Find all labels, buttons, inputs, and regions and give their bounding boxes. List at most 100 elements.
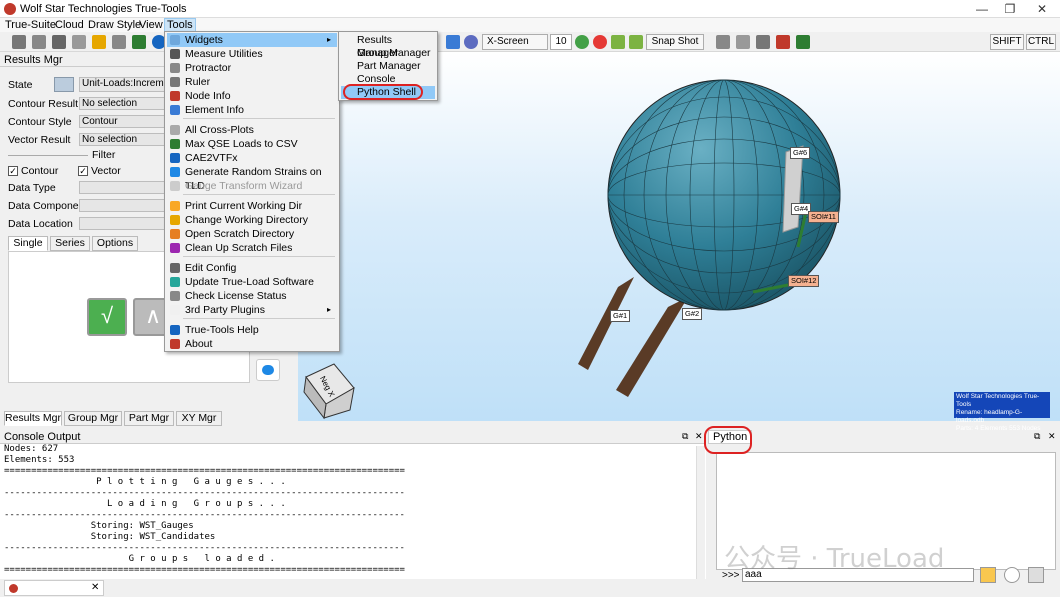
3d-viewport[interactable]: G#6 G#4 SOI#11 SOI#12 G#1 G#2 Neg X Wolf… [298,52,1060,440]
tools-menu-item-ruler[interactable]: Ruler [167,75,337,89]
taskbar-item[interactable]: ✕ [4,580,104,596]
tool-icon-2[interactable] [32,35,46,49]
menu-bar: True-Suite Cloud Draw Style View Tools [0,18,1060,32]
gauge-label-g2[interactable]: G#2 [682,308,703,320]
tool-icon-8[interactable] [736,35,750,49]
tools-menu-item-open-scratch-directory[interactable]: Open Scratch Directory [167,227,337,241]
tools-menu-item-update-true-load-software[interactable]: Update True-Load Software [167,275,337,289]
python-float-icon[interactable]: ⧉ [1034,431,1040,442]
tools-menu-item-3rd-party-plugins[interactable]: 3rd Party Plugins ▸ [167,303,337,317]
tools-menu-item-label: Gauge Transform Wizard [185,180,303,192]
minimize-button[interactable]: — [968,1,996,17]
tools-menu-item-check-license-status[interactable]: Check License Status [167,289,337,303]
snapshot-button[interactable]: Snap Shot [646,34,704,50]
menu-item-icon [170,243,180,253]
close-button[interactable]: ✕ [1028,1,1056,17]
tab-xy-mgr[interactable]: XY Mgr [176,411,222,426]
tools-menu-item-gauge-transform-wizard[interactable]: Gauge Transform Wizard [167,179,337,193]
tools-menu-item-node-info[interactable]: Node Info [167,89,337,103]
tools-menu-item-generate-random-strains-on-tld[interactable]: Generate Random Strains on TLD [167,165,337,192]
view-select[interactable]: X-Screen [482,34,548,50]
refresh-icon[interactable] [1028,567,1044,583]
menu-item-icon [170,153,180,163]
menu-true-suite[interactable]: True-Suite [3,18,58,32]
tool-icon-4[interactable] [72,35,86,49]
cloud-icon[interactable] [256,359,280,381]
tool-icon-5[interactable] [92,35,106,49]
contour-result-select[interactable]: No selection [79,97,167,110]
tool-icon-1[interactable] [12,35,26,49]
tools-menu-item-widgets[interactable]: Widgets ▸ [167,33,337,47]
state-select[interactable]: Unit-Loads:Increm [79,77,167,92]
menu-cloud[interactable]: Cloud [53,18,86,32]
zoom-in-icon[interactable] [575,35,589,49]
tab-group-mgr[interactable]: Group Mgr [64,411,122,426]
legend-icon[interactable] [132,35,146,49]
gauge-label-g6[interactable]: G#6 [790,147,811,159]
pan-icon[interactable] [611,35,625,49]
contour-checkbox[interactable]: ✓ [8,166,18,176]
tab-results-mgr[interactable]: Results Mgr [4,411,62,426]
tab-options[interactable]: Options [92,236,138,251]
tools-menu-item-max-qse-loads-to-csv[interactable]: Max QSE Loads to CSV [167,137,337,151]
gauge-label-soi12[interactable]: SOI#12 [788,275,820,287]
float-icon[interactable]: ⧉ [682,431,688,442]
tools-menu-item-change-working-directory[interactable]: Change Working Directory [167,213,337,227]
menu-item-icon [170,139,180,149]
widgets-submenu-item-results-manager[interactable]: Results Manager [341,34,435,59]
tool-icon-7[interactable] [716,35,730,49]
waveform-icon[interactable]: √ [87,298,127,336]
tools-menu-item-protractor[interactable]: Protractor [167,61,337,75]
tool-icon-6[interactable] [112,35,126,49]
gauge-label-g1[interactable]: G#1 [610,310,631,322]
fit-icon[interactable] [464,35,478,49]
rotate-icon[interactable] [629,35,643,49]
widgets-submenu-item-part-manager[interactable]: Part Manager [341,60,435,73]
tool-icon-9[interactable] [756,35,770,49]
tools-menu-item-true-tools-help[interactable]: True-Tools Help [167,323,337,337]
tools-menu-item-edit-config[interactable]: Edit Config [167,261,337,275]
data-type-select[interactable] [79,181,167,194]
menu-draw-style[interactable]: Draw Style [86,18,143,32]
tools-menu-item-about[interactable]: About [167,337,337,351]
open-file-icon[interactable] [980,567,996,583]
tool-icon-10[interactable] [776,35,790,49]
ctrl-button[interactable]: CTRL [1026,34,1056,50]
toolbar: X-Screen 10 Snap Shot SHIFT CTRL [0,32,1060,52]
tab-series[interactable]: Series [50,236,90,251]
contour-result-label: Contour Result [8,98,79,110]
zoom-out-icon[interactable] [593,35,607,49]
back-icon[interactable] [54,77,74,92]
tools-menu-item-all-cross-plots[interactable]: All Cross-Plots [167,123,337,137]
tools-menu-item-print-current-working-dir[interactable]: Print Current Working Dir [167,199,337,213]
tool-icon-3[interactable] [52,35,66,49]
tools-menu-item-measure-utilities[interactable]: Measure Utilities [167,47,337,61]
vector-result-label: Vector Result [8,134,71,146]
tab-single[interactable]: Single [8,236,48,251]
tools-menu-item-cae2vtfx[interactable]: CAE2VTFx [167,151,337,165]
vector-checkbox[interactable]: ✓ [78,166,88,176]
tool-icon-11[interactable] [796,35,810,49]
number-field[interactable]: 10 [550,34,572,50]
triad-icon[interactable] [446,35,460,49]
info-line-2: Rename: headlamp-G-loads.odb [956,409,1023,424]
python-close-icon[interactable]: ✕ [1048,431,1056,442]
data-component-select[interactable] [79,199,167,212]
tab-part-mgr[interactable]: Part Mgr [124,411,174,426]
widgets-submenu-item-group-manager[interactable]: Group Manager [341,47,435,60]
console-close-icon[interactable]: ✕ [695,431,703,442]
console-scrollbar[interactable] [696,446,705,582]
gauge-label-soi11[interactable]: SOI#11 [808,211,839,223]
tools-menu-item-element-info[interactable]: Element Info [167,103,337,117]
data-location-select[interactable] [79,217,167,230]
history-icon[interactable] [1004,567,1020,583]
shift-button[interactable]: SHIFT [990,34,1024,50]
maximize-button[interactable]: ❐ [996,1,1024,17]
menu-tools[interactable]: Tools [164,18,196,32]
state-label: State [8,79,33,91]
vector-result-select[interactable]: No selection [79,133,167,146]
tools-menu-item-clean-up-scratch-files[interactable]: Clean Up Scratch Files [167,241,337,255]
taskbar-close-icon[interactable]: ✕ [91,582,99,593]
menu-view[interactable]: View [137,18,165,32]
contour-style-select[interactable]: Contour [79,115,167,128]
